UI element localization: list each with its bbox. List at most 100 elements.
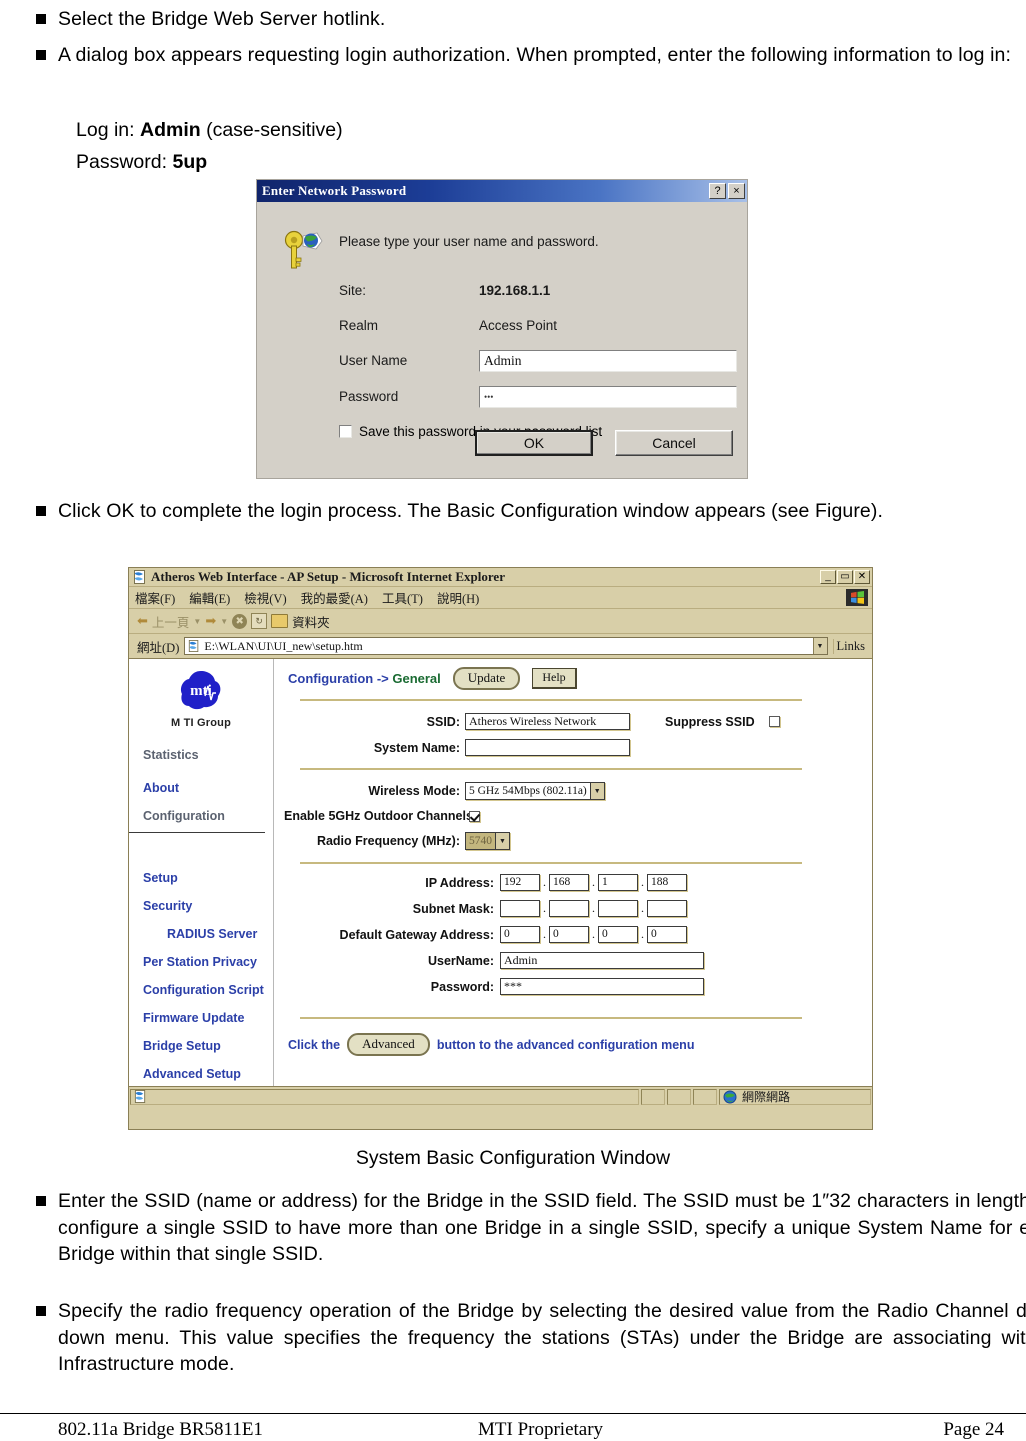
address-dropdown-icon[interactable]: ▼ bbox=[812, 638, 827, 654]
chevron-down-icon[interactable]: ▼ bbox=[589, 783, 604, 799]
system-name-input[interactable] bbox=[465, 739, 630, 756]
menu-item-view[interactable]: 檢視(V) bbox=[244, 588, 286, 607]
gateway-octet-3[interactable]: 0 bbox=[598, 926, 638, 943]
browser-address-bar: 網址(D) E:\WLAN\UI\UI_new\setup.htm ▼ Link… bbox=[129, 634, 872, 659]
chevron-down-icon[interactable]: ▼ bbox=[495, 833, 509, 849]
dialog-body: Please type your user name and password.… bbox=[257, 202, 747, 478]
bullet-item-4: Enter the SSID (name or address) for the… bbox=[36, 1188, 1026, 1268]
outdoor-channels-checkbox[interactable] bbox=[469, 810, 480, 822]
sidebar-item-firmware-update[interactable]: Firmware Update bbox=[129, 1011, 273, 1025]
username-input[interactable]: Admin bbox=[500, 952, 704, 969]
subnet-octet-4[interactable] bbox=[647, 900, 687, 917]
outdoor-channels-row: Enable 5GHz Outdoor Channels: bbox=[284, 809, 872, 823]
status-message-pane bbox=[130, 1088, 639, 1105]
dialog-help-button[interactable]: ? bbox=[709, 183, 726, 199]
password-input[interactable]: ••• bbox=[479, 386, 737, 408]
advanced-hint-line: Click the Advanced button to the advance… bbox=[288, 1033, 872, 1056]
close-button[interactable]: ✕ bbox=[854, 570, 870, 584]
bullet-marker bbox=[36, 1298, 58, 1325]
menu-item-edit[interactable]: 編輯(E) bbox=[189, 588, 230, 607]
octet-dot: . bbox=[592, 901, 595, 915]
gateway-octet-1[interactable]: 0 bbox=[500, 926, 540, 943]
update-button[interactable]: Update bbox=[452, 667, 521, 690]
wireless-mode-row: Wireless Mode: 5 GHz 54Mbps (802.11a) ▼ bbox=[284, 782, 872, 800]
suppress-ssid-checkbox[interactable] bbox=[768, 716, 780, 727]
links-button[interactable]: Links bbox=[832, 638, 868, 654]
ssid-input[interactable]: Atheros Wireless Network bbox=[465, 713, 630, 730]
gateway-row: Default Gateway Address: 0. 0. 0. 0 bbox=[284, 926, 872, 943]
dialog-close-button[interactable]: × bbox=[728, 183, 745, 199]
username-label: User Name bbox=[339, 353, 408, 368]
page-icon bbox=[134, 570, 145, 584]
sidebar-item-bridge-setup[interactable]: Bridge Setup bbox=[129, 1039, 273, 1053]
menu-item-favorites[interactable]: 我的最愛(A) bbox=[301, 588, 368, 607]
login-label: Log in: bbox=[76, 119, 135, 141]
folders-button-label[interactable]: 資料夾 bbox=[292, 612, 330, 631]
gateway-octet-2[interactable]: 0 bbox=[549, 926, 589, 943]
dialog-prompt-text: Please type your user name and password. bbox=[339, 234, 599, 249]
subnet-mask-row: Subnet Mask: . . . bbox=[284, 900, 872, 917]
sidebar-item-about[interactable]: About bbox=[129, 781, 273, 795]
outdoor-channels-label: Enable 5GHz Outdoor Channels: bbox=[284, 809, 478, 823]
ip-octet-3[interactable]: 1 bbox=[598, 874, 638, 891]
radio-frequency-value: 5740 bbox=[466, 833, 495, 849]
advanced-button[interactable]: Advanced bbox=[347, 1033, 430, 1056]
sidebar-item-configuration-script[interactable]: Configuration Script bbox=[129, 983, 273, 997]
webui-main-panel: Configuration -> General Update Help SSI… bbox=[274, 659, 872, 1106]
status-pane-3 bbox=[667, 1088, 691, 1105]
sidebar-item-statistics[interactable]: Statistics bbox=[129, 748, 273, 762]
status-pane-4 bbox=[693, 1088, 717, 1105]
bullet-item-1: Select the Bridge Web Server hotlink. bbox=[36, 6, 1026, 33]
back-dropdown-icon[interactable]: ▼ bbox=[193, 617, 201, 626]
forward-dropdown-icon[interactable]: ▼ bbox=[220, 617, 228, 626]
stop-icon[interactable]: ✖ bbox=[232, 613, 248, 629]
bullet-marker bbox=[36, 42, 58, 69]
site-value: 192.168.1.1 bbox=[479, 283, 551, 298]
ip-octet-1[interactable]: 192 bbox=[500, 874, 540, 891]
gateway-octet-4[interactable]: 0 bbox=[647, 926, 687, 943]
dialog-button-row: OK Cancel bbox=[475, 430, 733, 456]
sidebar-item-setup[interactable]: Setup bbox=[129, 871, 273, 885]
sidebar-item-configuration[interactable]: Configuration bbox=[129, 809, 273, 823]
browser-toolbar: ⬅ 上一頁 ▼ ➡ ▼ ✖ ↻ 資料夾 bbox=[129, 609, 872, 634]
folders-icon[interactable] bbox=[271, 614, 289, 628]
ip-octet-4[interactable]: 188 bbox=[647, 874, 687, 891]
back-arrow-icon[interactable]: ⬅ bbox=[137, 613, 148, 629]
ip-octet-2[interactable]: 168 bbox=[549, 874, 589, 891]
refresh-icon[interactable]: ↻ bbox=[251, 613, 268, 629]
octet-dot: . bbox=[592, 875, 595, 889]
forward-arrow-icon[interactable]: ➡ bbox=[205, 613, 216, 629]
sidebar-item-advanced-setup[interactable]: Advanced Setup bbox=[129, 1067, 273, 1081]
ok-button[interactable]: OK bbox=[475, 430, 593, 456]
subnet-octet-3[interactable] bbox=[598, 900, 638, 917]
octet-dot: . bbox=[592, 927, 595, 941]
username-input[interactable]: Admin bbox=[479, 350, 737, 372]
menu-item-tools[interactable]: 工具(T) bbox=[382, 588, 423, 607]
password-label: Password bbox=[339, 389, 399, 404]
menu-item-help[interactable]: 說明(H) bbox=[437, 588, 479, 607]
radio-frequency-select[interactable]: 5740 ▼ bbox=[465, 832, 510, 850]
address-input[interactable]: E:\WLAN\UI\UI_new\setup.htm ▼ bbox=[184, 637, 828, 655]
help-button[interactable]: Help bbox=[532, 668, 577, 689]
minimize-button[interactable]: _ bbox=[820, 570, 836, 584]
menu-item-file[interactable]: 檔案(F) bbox=[135, 588, 175, 607]
mti-logo-icon: mti bbox=[180, 671, 221, 710]
bullet-item-2: A dialog box appears requesting login au… bbox=[36, 42, 1026, 69]
cancel-button[interactable]: Cancel bbox=[615, 430, 733, 456]
back-button-label[interactable]: 上一頁 bbox=[152, 612, 190, 631]
sidebar-item-radius-server[interactable]: RADIUS Server bbox=[129, 927, 273, 941]
subnet-octet-1[interactable] bbox=[500, 900, 540, 917]
radio-frequency-row: Radio Frequency (MHz): 5740 ▼ bbox=[284, 832, 872, 850]
save-password-checkbox[interactable] bbox=[339, 425, 352, 438]
wireless-mode-select[interactable]: 5 GHz 54Mbps (802.11a) ▼ bbox=[465, 782, 605, 800]
subnet-octet-2[interactable] bbox=[549, 900, 589, 917]
sidebar-item-security[interactable]: Security bbox=[129, 899, 273, 913]
sidebar-item-per-station-privacy[interactable]: Per Station Privacy bbox=[129, 955, 273, 969]
breadcrumb: Configuration -> General bbox=[288, 671, 441, 686]
dialog-title: Enter Network Password bbox=[262, 183, 407, 198]
password-input[interactable]: *** bbox=[500, 978, 704, 995]
page-icon bbox=[134, 1090, 146, 1103]
restore-button[interactable]: ▭ bbox=[837, 570, 853, 584]
gateway-octet-group: 0. 0. 0. 0 bbox=[500, 926, 687, 943]
ip-octet-group: 192. 168. 1. 188 bbox=[500, 874, 687, 891]
